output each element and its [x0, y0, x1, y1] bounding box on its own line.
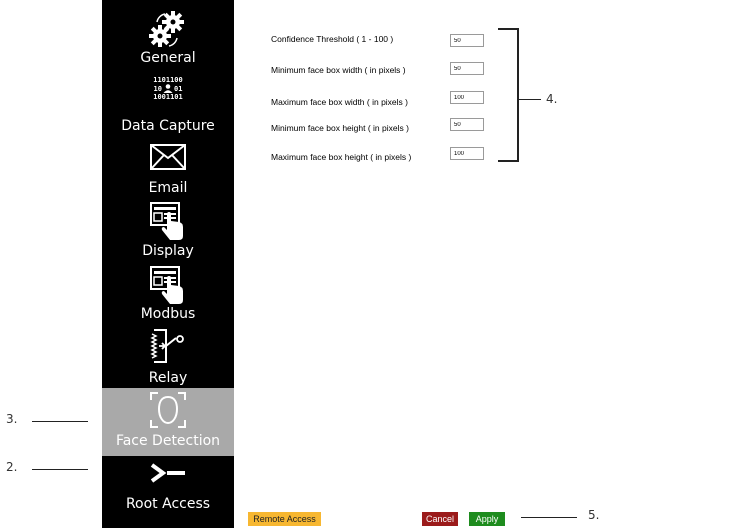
sidebar-item-root-access[interactable]: Root Access	[102, 456, 234, 528]
binary-user-icon: 1101100 10 01 1001101	[102, 76, 234, 101]
binary-line: 1001101	[153, 93, 183, 101]
max-face-height-label: Maximum face box height ( in pixels )	[271, 152, 412, 162]
annotation-3: 3.	[6, 412, 18, 426]
annotation-3-line	[32, 421, 88, 422]
touch-screen-icon	[102, 202, 234, 242]
sidebar-item-label: Root Access	[125, 496, 211, 512]
face-frame-icon	[102, 390, 234, 430]
sidebar-item-label: Modbus	[140, 306, 196, 322]
terminal-prompt-icon	[102, 462, 234, 484]
sidebar-item-label: Email	[148, 180, 188, 196]
sidebar-item-label: Display	[142, 243, 194, 259]
binary-line: 10	[153, 84, 162, 93]
user-icon	[163, 84, 173, 93]
binary-line: 01	[173, 84, 183, 93]
sidebar-item-relay[interactable]: Relay	[102, 328, 234, 388]
sidebar-item-label: Data Capture	[121, 118, 215, 134]
sidebar-item-label: Face Detection	[115, 433, 221, 449]
sidebar-item-display[interactable]: Display	[102, 202, 234, 264]
binary-line: 1101100	[153, 76, 183, 84]
sidebar-item-modbus[interactable]: Modbus	[102, 264, 234, 328]
gears-icon	[102, 10, 234, 50]
annotation-2: 2.	[6, 460, 18, 474]
sidebar: General 1101100 10 01 1001101 Data Captu…	[102, 0, 234, 528]
sidebar-item-general[interactable]: General	[102, 0, 234, 72]
envelope-icon	[102, 144, 234, 170]
min-face-width-label: Minimum face box width ( in pixels )	[271, 65, 406, 75]
max-face-width-input[interactable]	[450, 91, 484, 104]
sidebar-item-face-detection[interactable]: Face Detection	[102, 388, 234, 456]
max-face-height-input[interactable]	[450, 147, 484, 160]
min-face-height-label: Minimum face box height ( in pixels )	[271, 123, 409, 133]
sidebar-item-email[interactable]: Email	[102, 140, 234, 202]
relay-switch-icon	[102, 328, 234, 364]
sidebar-item-label: General	[140, 50, 196, 66]
confidence-threshold-label: Confidence Threshold ( 1 - 100 )	[271, 34, 394, 44]
annotation-2-line	[32, 469, 88, 470]
confidence-threshold-input[interactable]	[450, 34, 484, 47]
min-face-width-input[interactable]	[450, 62, 484, 75]
max-face-width-label: Maximum face box width ( in pixels )	[271, 97, 408, 107]
annotation-5: 5.	[588, 508, 600, 522]
touch-screen-icon	[102, 266, 234, 306]
sidebar-item-label: Relay	[148, 370, 188, 386]
annotation-4: 4.	[546, 92, 558, 106]
cancel-button[interactable]: Cancel	[422, 512, 458, 526]
sidebar-item-data-capture[interactable]: 1101100 10 01 1001101 Data Capture	[102, 72, 234, 140]
remote-access-button[interactable]: Remote Access	[248, 512, 321, 526]
annotation-5-line	[521, 517, 577, 518]
apply-button[interactable]: Apply	[469, 512, 505, 526]
min-face-height-input[interactable]	[450, 118, 484, 131]
